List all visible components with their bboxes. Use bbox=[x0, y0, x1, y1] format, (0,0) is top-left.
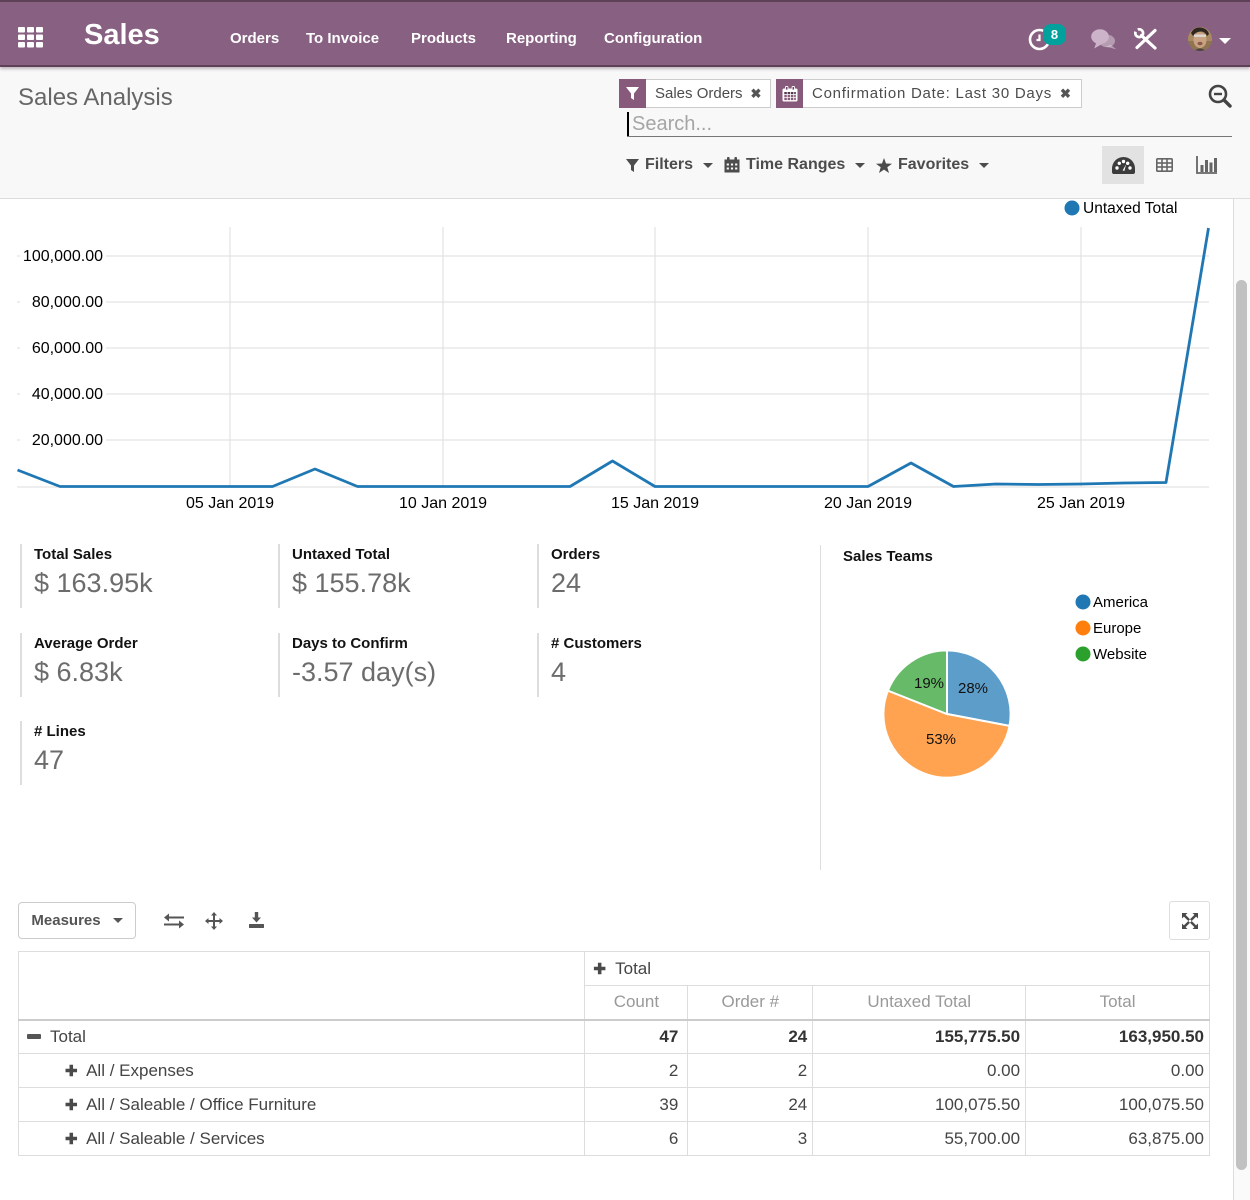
svg-text:Untaxed Total: Untaxed Total bbox=[1083, 200, 1178, 217]
svg-text:100,000.00: 100,000.00 bbox=[23, 248, 103, 265]
svg-text:40,000.00: 40,000.00 bbox=[32, 386, 103, 403]
svg-text:10 Jan 2019: 10 Jan 2019 bbox=[399, 495, 487, 512]
svg-text:19%: 19% bbox=[914, 675, 944, 692]
svg-text:20 Jan 2019: 20 Jan 2019 bbox=[824, 495, 912, 512]
svg-text:53%: 53% bbox=[926, 731, 956, 748]
svg-text:25 Jan 2019: 25 Jan 2019 bbox=[1037, 495, 1125, 512]
svg-text:28%: 28% bbox=[958, 680, 988, 697]
svg-text:Website: Website bbox=[1093, 646, 1147, 663]
svg-text:60,000.00: 60,000.00 bbox=[32, 340, 103, 357]
svg-text:20,000.00: 20,000.00 bbox=[32, 432, 103, 449]
svg-text:05 Jan 2019: 05 Jan 2019 bbox=[186, 495, 274, 512]
svg-text:80,000.00: 80,000.00 bbox=[32, 294, 103, 311]
svg-text:Europe: Europe bbox=[1093, 620, 1141, 637]
svg-text:15 Jan 2019: 15 Jan 2019 bbox=[611, 495, 699, 512]
svg-text:America: America bbox=[1093, 594, 1149, 611]
